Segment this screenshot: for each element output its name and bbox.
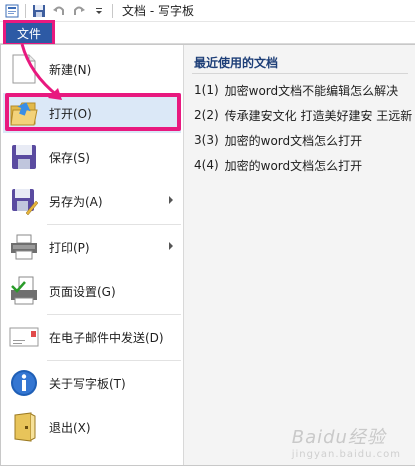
menu-item-open[interactable]: 打开(O): [3, 93, 181, 133]
watermark-sub: jingyan.baidu.com: [291, 449, 401, 460]
menu-item-new[interactable]: 新建(N): [3, 49, 181, 89]
menu-item-send-email[interactable]: 在电子邮件中发送(D): [3, 317, 181, 357]
menu-item-about[interactable]: 关于写字板(T): [3, 363, 181, 403]
file-tab[interactable]: 文件: [3, 20, 55, 46]
recent-item-number: 2(2): [194, 108, 219, 122]
save-icon[interactable]: [29, 1, 49, 21]
menu-divider: [47, 360, 181, 361]
info-icon: [7, 366, 41, 400]
recent-item-name: 加密的word文档怎么打开: [224, 133, 363, 148]
menu-item-label: 页面设置(G): [49, 284, 116, 299]
menu-item-label: 新建(N): [49, 62, 92, 77]
submenu-arrow-icon: [169, 196, 173, 204]
recent-item-name: 传承建安文化 打造美好建安 王远新: [224, 108, 413, 123]
menu-item-print[interactable]: 打印(P): [3, 227, 181, 267]
recent-separator: [192, 73, 408, 74]
app-icon[interactable]: [2, 1, 22, 21]
recent-item[interactable]: 4(4) 加密的word文档怎么打开: [194, 154, 414, 176]
window-title: 文档 - 写字板: [122, 4, 194, 18]
recent-item-number: 4(4): [194, 158, 219, 172]
new-document-icon: [7, 52, 41, 86]
menu-item-label: 保存(S): [49, 150, 90, 165]
menu-item-label: 打印(P): [49, 240, 90, 255]
recent-item-number: 1(1): [194, 83, 219, 97]
printer-icon: [7, 230, 41, 264]
undo-icon[interactable]: [49, 1, 69, 21]
menu-commands: 新建(N) 打开(O) 保存(S) 另存为(A) 打印(P) 页面设置(G) 在…: [1, 45, 183, 465]
toolbar-separator: [25, 3, 26, 18]
email-icon: [7, 320, 41, 354]
redo-icon[interactable]: [69, 1, 89, 21]
ribbon: 文件: [0, 20, 415, 46]
recent-item-name: 加密的word文档怎么打开: [224, 158, 363, 173]
page-setup-icon: [7, 274, 41, 308]
recent-documents-panel: 最近使用的文档 1(1) 加密word文档不能编辑怎么解决 2(2) 传承建安文…: [183, 45, 415, 465]
menu-item-save-as[interactable]: 另存为(A): [3, 181, 181, 221]
menu-item-save[interactable]: 保存(S): [3, 137, 181, 177]
title-bar: 文档 - 写字板: [0, 0, 415, 22]
save-disk-icon: [7, 140, 41, 174]
exit-door-icon: [7, 410, 41, 444]
watermark-logo: Baidu经验 jingyan.baidu.com: [292, 423, 401, 460]
watermark-text: Baidu经验: [291, 427, 386, 448]
menu-item-label: 另存为(A): [49, 194, 103, 209]
toolbar-separator: [112, 3, 113, 18]
customize-dropdown-icon[interactable]: [89, 1, 109, 21]
menu-item-label: 在电子邮件中发送(D): [49, 330, 164, 345]
menu-divider: [47, 314, 181, 315]
recent-documents-title: 最近使用的文档: [194, 56, 279, 70]
recent-item[interactable]: 1(1) 加密word文档不能编辑怎么解决: [194, 79, 414, 101]
save-as-icon: [7, 184, 41, 218]
menu-item-exit[interactable]: 退出(X): [3, 407, 181, 447]
menu-item-label: 打开(O): [49, 106, 92, 121]
recent-item[interactable]: 2(2) 传承建安文化 打造美好建安 王远新: [194, 104, 414, 126]
menu-item-label: 退出(X): [49, 420, 91, 435]
file-menu: 新建(N) 打开(O) 保存(S) 另存为(A) 打印(P) 页面设置(G) 在…: [0, 44, 415, 466]
menu-item-page-setup[interactable]: 页面设置(G): [3, 271, 181, 311]
recent-item-name: 加密word文档不能编辑怎么解决: [224, 83, 399, 98]
submenu-arrow-icon: [169, 242, 173, 250]
recent-item[interactable]: 3(3) 加密的word文档怎么打开: [194, 129, 414, 151]
menu-item-label: 关于写字板(T): [49, 376, 126, 391]
menu-divider: [47, 224, 181, 225]
open-folder-icon: [7, 96, 41, 130]
recent-item-number: 3(3): [194, 133, 219, 147]
